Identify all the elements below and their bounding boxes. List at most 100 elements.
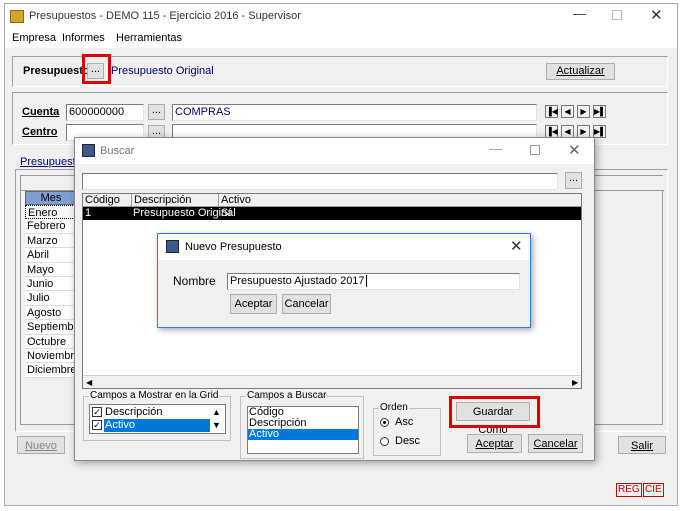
menu-bar: Empresa Informes Herramientas xyxy=(5,30,677,48)
campos-mostrar-label: Campos a Mostrar en la Grid xyxy=(89,390,220,401)
minimize-icon[interactable]: — xyxy=(573,6,586,21)
checkbox-activo[interactable]: ✓ xyxy=(92,420,102,430)
mes-header: Mes xyxy=(25,191,77,205)
nuevo-title: Nuevo Presupuesto xyxy=(185,241,282,253)
main-title: Presupuestos - DEMO 115 - Ejercicio 2016… xyxy=(29,10,301,22)
salir-label: Salir xyxy=(630,440,653,452)
table-row[interactable]: 1 Presupuesto Original Sí xyxy=(83,207,581,220)
buscar-cancelar-label: Cancelar xyxy=(533,438,578,450)
col-codigo-header[interactable]: Código xyxy=(85,194,120,206)
campos-buscar-group: Campos a Buscar Código Descripción Activ… xyxy=(240,390,364,459)
list-item[interactable]: ✓ Descripción ▲ xyxy=(91,406,224,419)
tab-presupuesto[interactable]: Presupuesto xyxy=(20,156,82,168)
annotation-guardar-highlight xyxy=(449,396,540,428)
menu-herramientas[interactable]: Herramientas xyxy=(116,32,182,44)
list-item[interactable]: Activo xyxy=(248,429,358,440)
list-item[interactable]: Diciembre xyxy=(25,363,77,378)
radio-desc[interactable] xyxy=(380,437,389,446)
actualizar-label: Actualizar xyxy=(556,65,605,77)
nuevo-label: Nuevo xyxy=(25,440,57,452)
orden-desc-label: Desc xyxy=(395,435,421,447)
buscar-title: Buscar xyxy=(100,145,135,157)
salir-button[interactable]: Salir xyxy=(618,436,666,454)
cuenta-label: Cuenta xyxy=(22,106,60,118)
col-activo-header[interactable]: Activo xyxy=(218,194,251,207)
months-list: Enero Febrero Marzo Abril Mayo Junio Julio Agos… xyxy=(25,205,83,378)
nuevo-button[interactable]: Nuevo xyxy=(17,436,65,454)
menu-empresa[interactable]: Empresa xyxy=(12,32,56,44)
cuenta-browse-button[interactable]: ... xyxy=(148,104,165,120)
radio-asc[interactable] xyxy=(380,418,389,427)
nombre-value: Presupuesto Ajustado 2017 xyxy=(230,275,365,287)
buscar-aceptar-label: Aceptar xyxy=(475,438,514,450)
nuevo-presupuesto-dialog: Nuevo Presupuesto ✕ Nombre Presupuesto A… xyxy=(157,233,531,328)
list-item[interactable]: Octubre xyxy=(25,334,77,349)
scroll-left-icon[interactable]: ◀ xyxy=(86,376,92,389)
buscar-maximize-icon[interactable] xyxy=(530,145,540,155)
buscar-cancelar-button[interactable]: Cancelar xyxy=(528,434,583,453)
buscar-hscrollbar[interactable]: ◀ ▶ xyxy=(83,375,581,388)
nuevo-cancelar-button[interactable]: Cancelar xyxy=(282,294,331,314)
nuevo-app-icon xyxy=(166,240,179,253)
campo-descripcion-label: Descripción xyxy=(105,406,163,418)
last-record-icon[interactable]: ▶▌ xyxy=(593,105,606,118)
buscar-minimize-icon[interactable]: — xyxy=(489,141,502,156)
nuevo-titlebar: Nuevo Presupuesto ✕ xyxy=(158,234,530,260)
checkbox-descripcion[interactable]: ✓ xyxy=(92,407,102,417)
campos-buscar-list: Código Descripción Activo xyxy=(247,406,359,454)
presupuesto-label: Presupuesto xyxy=(23,65,90,77)
list-item[interactable]: Agosto xyxy=(25,305,77,321)
main-titlebar: Presupuestos - DEMO 115 - Ejercicio 2016… xyxy=(5,4,677,30)
app-icon xyxy=(10,10,24,23)
list-item[interactable]: Julio xyxy=(25,291,77,306)
list-item[interactable]: Mayo xyxy=(25,262,77,277)
prev-record-icon[interactable]: ◀ xyxy=(561,105,574,118)
first-record-icon[interactable]: ▐◀ xyxy=(545,105,558,118)
list-item[interactable]: Marzo xyxy=(25,233,77,249)
nuevo-aceptar-button[interactable]: Aceptar xyxy=(230,294,277,314)
list-item[interactable]: Septiembre xyxy=(25,320,83,335)
close-icon[interactable]: ✕ xyxy=(650,6,663,24)
list-item[interactable]: Enero xyxy=(25,205,77,220)
buscar-search-button[interactable]: ... xyxy=(565,172,582,189)
nombre-label: Nombre xyxy=(173,274,216,288)
nuevo-aceptar-label: Aceptar xyxy=(234,298,273,310)
status-cie: CIE xyxy=(643,483,664,497)
list-item[interactable]: Noviembre xyxy=(25,348,80,364)
scroll-right-icon[interactable]: ▶ xyxy=(572,376,578,389)
campo-activo-label: Activo xyxy=(104,419,210,432)
col-descripcion-header[interactable]: Descripción xyxy=(131,194,191,207)
next-record-icon[interactable]: ▶ xyxy=(577,105,590,118)
buscar-close-icon[interactable]: ✕ xyxy=(568,141,581,159)
status-reg: REG xyxy=(616,483,642,497)
buscar-search-input[interactable] xyxy=(82,173,558,190)
radio-dot-icon xyxy=(383,421,386,424)
actualizar-button[interactable]: Actualizar xyxy=(546,63,615,80)
cuenta-input[interactable]: 600000000 xyxy=(66,104,144,121)
presupuesto-value: Presupuesto Original xyxy=(111,65,214,77)
buscar-app-icon xyxy=(82,144,95,157)
chevron-up-icon[interactable]: ▲ xyxy=(212,406,221,419)
campos-mostrar-group: Campos a Mostrar en la Grid ✓ Descripció… xyxy=(83,390,231,441)
campos-buscar-label: Campos a Buscar xyxy=(246,390,328,401)
maximize-icon[interactable] xyxy=(612,10,622,20)
list-item[interactable]: Abril xyxy=(25,248,77,263)
row-codigo: 1 xyxy=(85,207,92,219)
list-item[interactable]: Febrero xyxy=(25,219,77,234)
text-cursor xyxy=(365,275,367,287)
orden-label: Orden xyxy=(379,402,409,413)
nuevo-cancelar-label: Cancelar xyxy=(284,298,329,310)
cuenta-description: COMPRAS xyxy=(172,104,537,121)
buscar-aceptar-button[interactable]: Aceptar xyxy=(467,434,522,453)
chevron-down-icon[interactable]: ▼ xyxy=(212,419,221,432)
nombre-input[interactable]: Presupuesto Ajustado 2017 xyxy=(227,273,520,290)
list-item[interactable]: Junio xyxy=(25,276,77,292)
centro-label: Centro xyxy=(22,126,58,138)
menu-informes[interactable]: Informes xyxy=(62,32,105,44)
orden-asc-label: Asc xyxy=(395,416,414,428)
nuevo-close-icon[interactable]: ✕ xyxy=(510,237,523,255)
list-item[interactable]: ✓ Activo ▼ xyxy=(91,419,224,432)
orden-group: Orden Asc Desc xyxy=(373,402,441,456)
buscar-grid-header: Código Descripción Activo xyxy=(83,194,581,207)
campos-mostrar-list: ✓ Descripción ▲ ✓ Activo ▼ xyxy=(89,404,226,434)
